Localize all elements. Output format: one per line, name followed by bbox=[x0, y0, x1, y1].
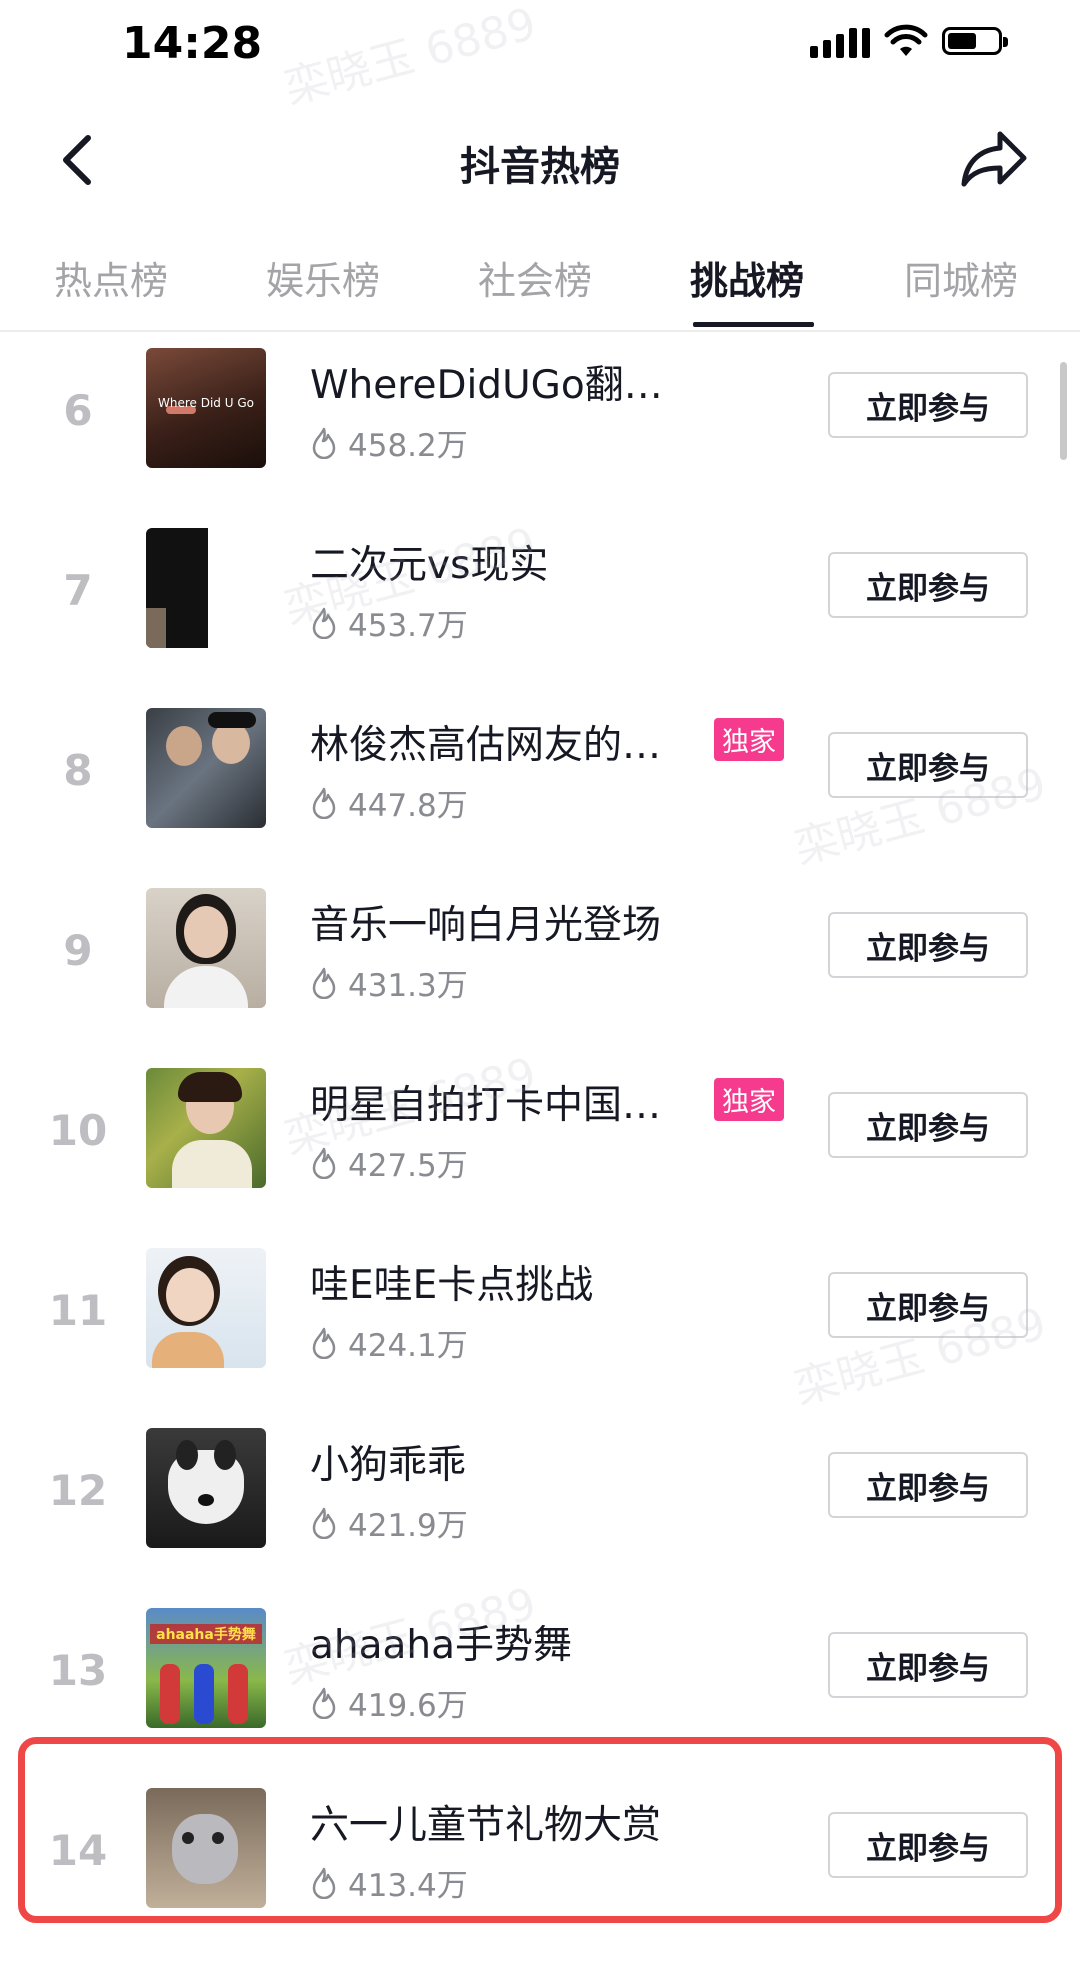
status-icons bbox=[810, 24, 1008, 58]
heat-value: 419.6万 bbox=[310, 1680, 468, 1725]
share-icon[interactable] bbox=[958, 126, 1030, 194]
join-button[interactable]: 立即参与 bbox=[828, 1452, 1028, 1518]
heat-text: 419.6万 bbox=[348, 1688, 468, 1724]
thumbnail-caption: ahaaha手势舞 bbox=[150, 1624, 262, 1644]
item-title: 哇E哇E卡点挑战 bbox=[310, 1263, 594, 1308]
signal-icon bbox=[810, 24, 870, 58]
heat-value: 424.1万 bbox=[310, 1320, 468, 1365]
rank-number: 10 bbox=[48, 1106, 108, 1155]
flame-icon bbox=[312, 427, 336, 459]
thumbnail bbox=[146, 1068, 266, 1188]
tab-entertainment[interactable]: 娱乐榜 bbox=[266, 250, 380, 305]
heat-value: 421.9万 bbox=[310, 1500, 468, 1545]
list-item[interactable]: 7 二次元vs现实 453.7万 立即参与 bbox=[0, 510, 1080, 690]
flame-icon bbox=[312, 1507, 336, 1539]
thumbnail bbox=[146, 888, 266, 1008]
rank-number: 9 bbox=[63, 926, 93, 975]
item-title: 小狗乖乖 bbox=[310, 1443, 467, 1488]
status-time: 14:28 bbox=[122, 18, 263, 69]
rank-number: 6 bbox=[63, 386, 93, 435]
heat-text: 427.5万 bbox=[348, 1148, 468, 1184]
thumbnail: Where Did U Go bbox=[146, 348, 266, 468]
thumbnail-caption: Where Did U Go bbox=[158, 396, 254, 410]
heat-value: 447.8万 bbox=[310, 780, 468, 825]
heat-text: 421.9万 bbox=[348, 1508, 468, 1544]
nav-bar: 抖音热榜 bbox=[0, 110, 1080, 210]
rank-number: 7 bbox=[63, 566, 93, 615]
rank-number: 13 bbox=[48, 1646, 108, 1695]
exclusive-badge: 独家 bbox=[714, 718, 784, 761]
active-tab-indicator bbox=[693, 322, 814, 327]
highlight-box bbox=[18, 1737, 1062, 1923]
tab-challenge[interactable]: 挑战榜 bbox=[690, 250, 804, 305]
exclusive-badge: 独家 bbox=[714, 1078, 784, 1121]
join-button[interactable]: 立即参与 bbox=[828, 1632, 1028, 1698]
heat-text: 424.1万 bbox=[348, 1328, 468, 1364]
thumbnail bbox=[146, 528, 266, 648]
item-title: WhereDidUGo翻唱挑战 bbox=[310, 363, 690, 408]
tab-local[interactable]: 同城榜 bbox=[904, 250, 1018, 305]
heat-text: 458.2万 bbox=[348, 428, 468, 464]
thumbnail bbox=[146, 1248, 266, 1368]
item-title: 林俊杰高估网友的… bbox=[310, 723, 662, 768]
join-button[interactable]: 立即参与 bbox=[828, 912, 1028, 978]
thumbnail bbox=[146, 708, 266, 828]
list-item[interactable]: 6 Where Did U Go WhereDidUGo翻唱挑战 458.2万 … bbox=[0, 330, 1080, 510]
list-item[interactable]: 9 音乐一响白月光登场 431.3万 立即参与 bbox=[0, 870, 1080, 1050]
page-title: 抖音热榜 bbox=[460, 144, 620, 190]
flame-icon bbox=[312, 967, 336, 999]
thumbnail bbox=[146, 1428, 266, 1548]
list-item[interactable]: 10 明星自拍打卡中国… 独家 427.5万 立即参与 bbox=[0, 1050, 1080, 1230]
list-item[interactable]: 12 小狗乖乖 421.9万 立即参与 bbox=[0, 1410, 1080, 1590]
heat-value: 458.2万 bbox=[310, 420, 468, 465]
rank-number: 12 bbox=[48, 1466, 108, 1515]
thumbnail: ahaaha手势舞 bbox=[146, 1608, 266, 1728]
heat-value: 431.3万 bbox=[310, 960, 468, 1005]
flame-icon bbox=[312, 787, 336, 819]
tab-hot[interactable]: 热点榜 bbox=[54, 250, 168, 305]
item-title: 音乐一响白月光登场 bbox=[310, 903, 662, 948]
tab-bar: 热点榜 娱乐榜 社会榜 挑战榜 同城榜 bbox=[0, 230, 1080, 332]
wifi-icon bbox=[884, 24, 928, 56]
heat-text: 431.3万 bbox=[348, 968, 468, 1004]
heat-text: 447.8万 bbox=[348, 788, 468, 824]
flame-icon bbox=[312, 1687, 336, 1719]
join-button[interactable]: 立即参与 bbox=[828, 372, 1028, 438]
rank-number: 8 bbox=[63, 746, 93, 795]
join-button[interactable]: 立即参与 bbox=[828, 1092, 1028, 1158]
join-button[interactable]: 立即参与 bbox=[828, 552, 1028, 618]
battery-icon bbox=[942, 27, 1008, 55]
rank-number: 11 bbox=[48, 1286, 108, 1335]
tab-society[interactable]: 社会榜 bbox=[478, 250, 592, 305]
flame-icon bbox=[312, 1327, 336, 1359]
